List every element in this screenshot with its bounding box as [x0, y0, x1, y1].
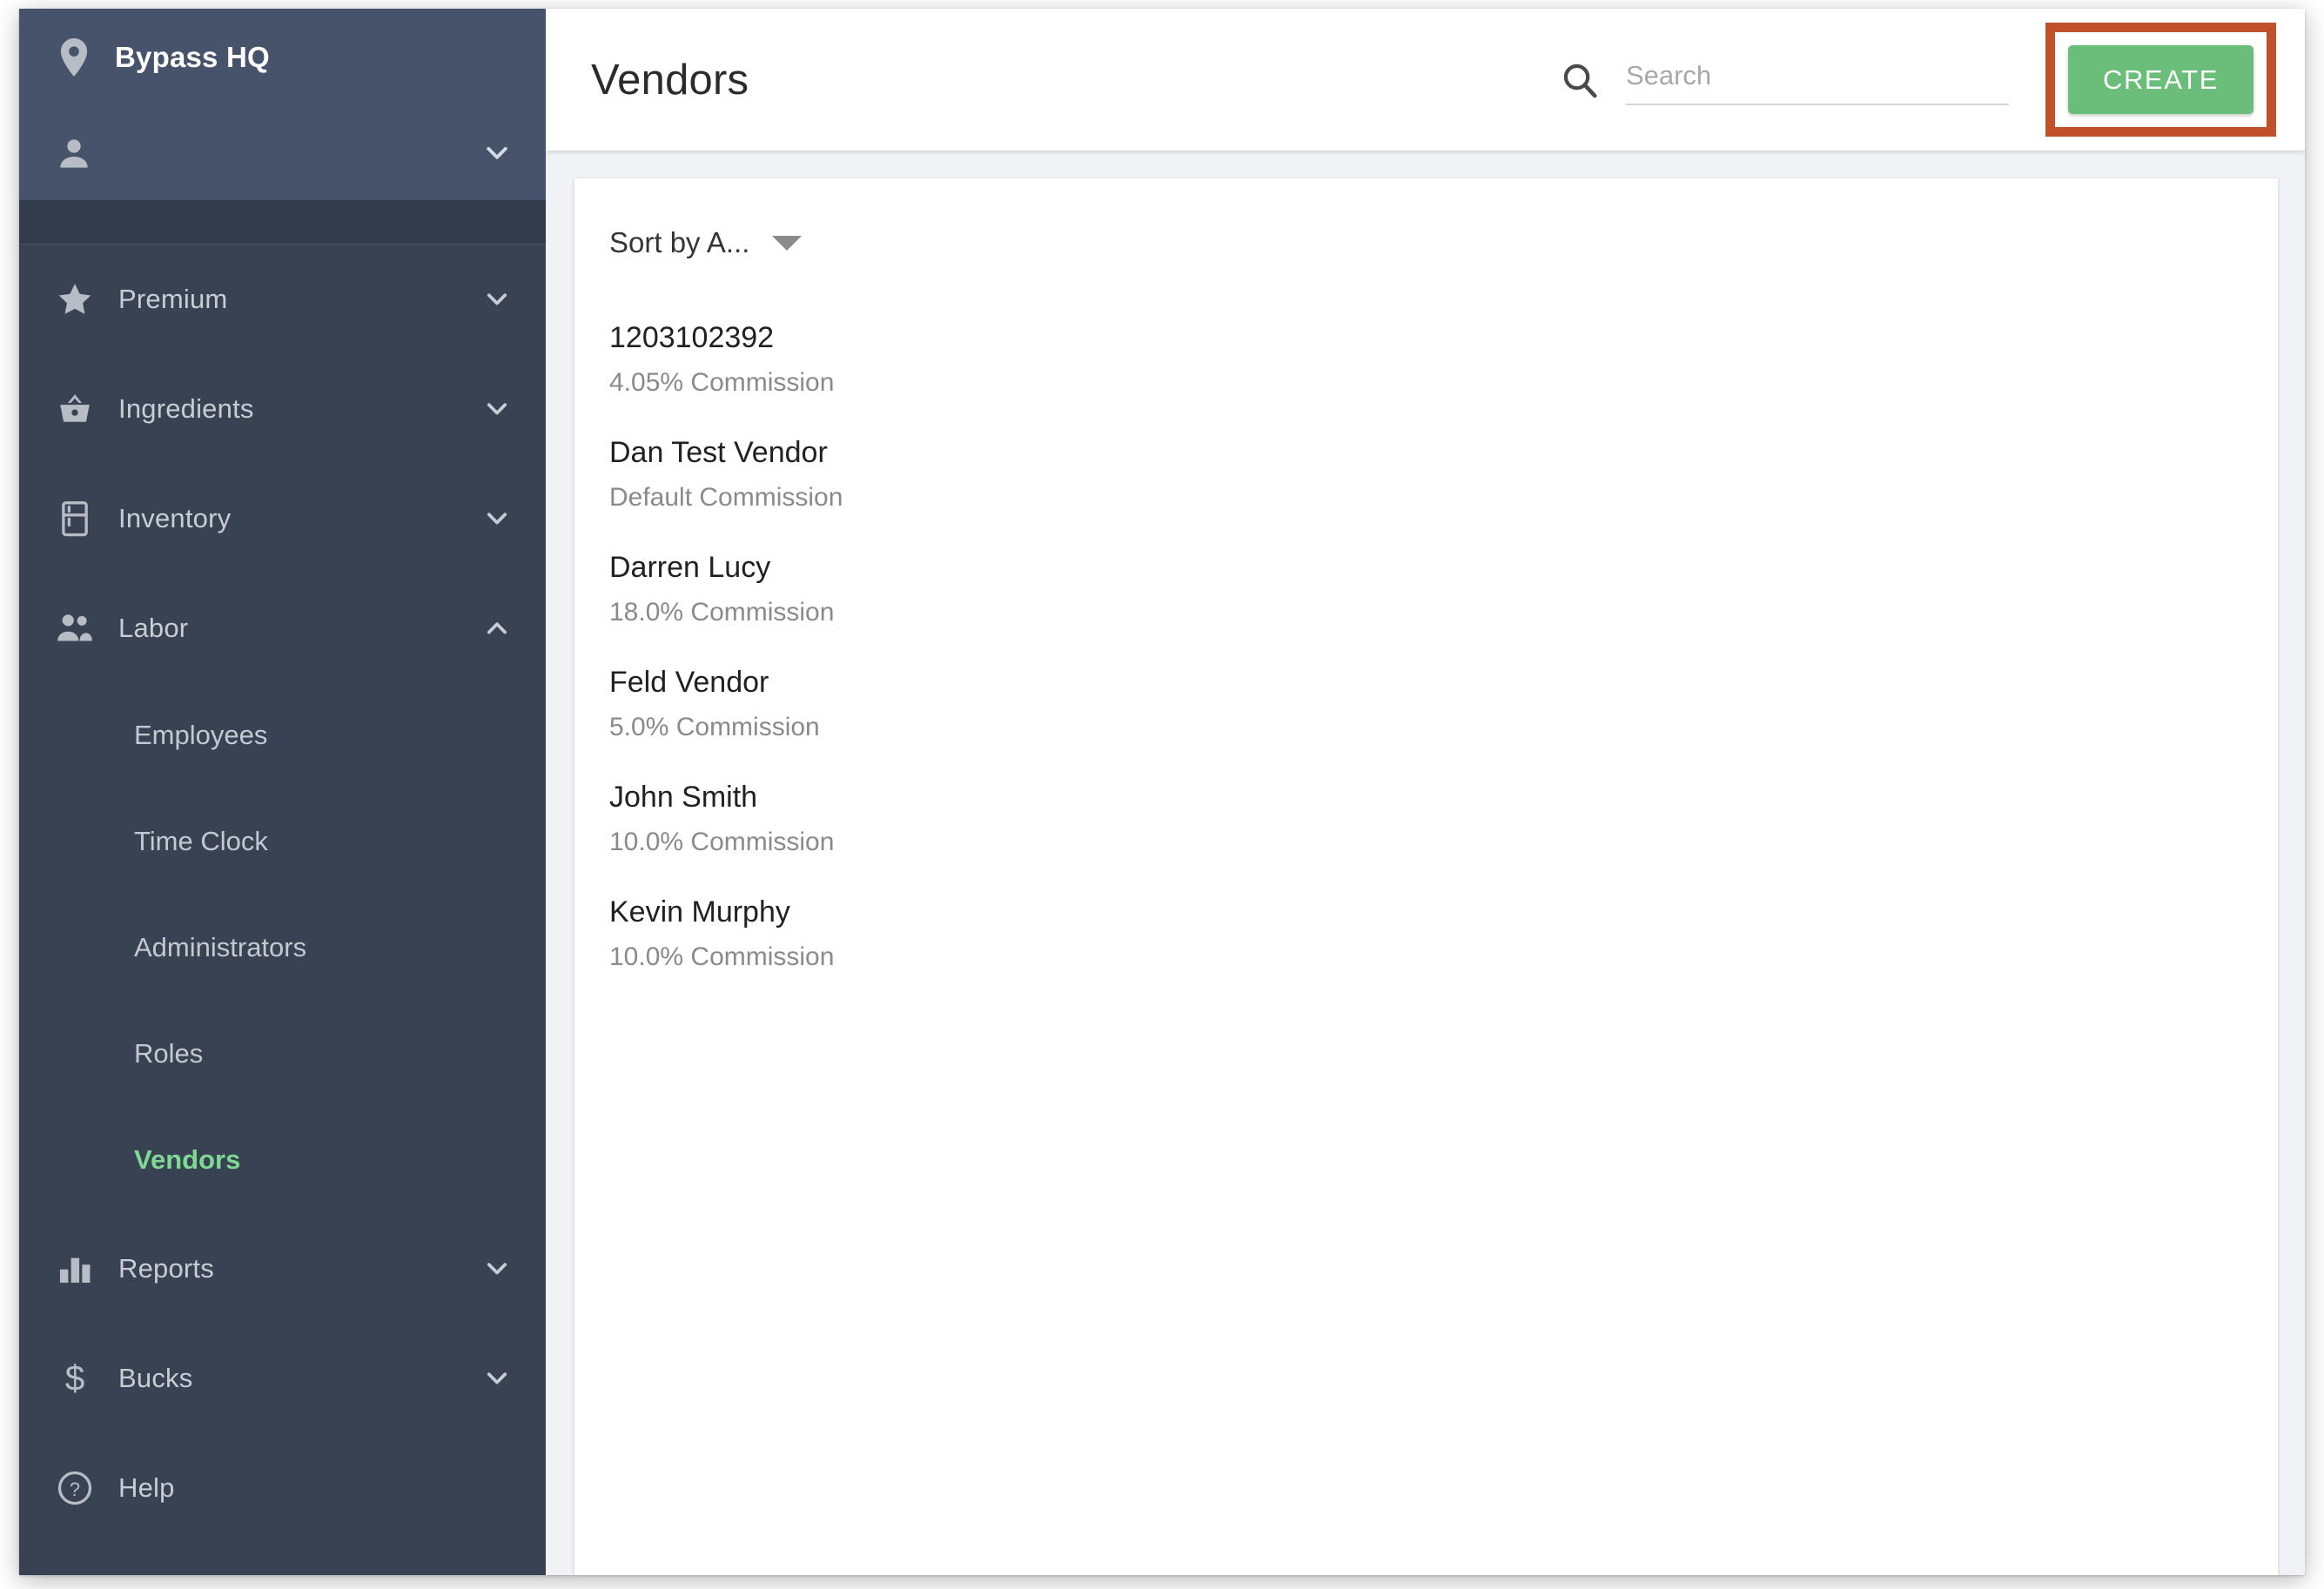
sidebar-item-label: Labor: [118, 612, 189, 643]
list-item[interactable]: Dan Test Vendor Default Commission: [574, 432, 2278, 547]
dollar-icon: $: [56, 1359, 94, 1398]
vendor-commission: 10.0% Commission: [609, 828, 835, 856]
top-bar: Vendors CREATE: [546, 9, 2305, 151]
sidebar-item-administrators[interactable]: Administrators: [19, 895, 546, 1001]
chevron-down-icon[interactable]: [481, 393, 513, 425]
brand-name: Bypass HQ: [115, 41, 270, 73]
vendor-commission: 4.05% Commission: [609, 368, 835, 397]
sidebar-item-employees[interactable]: Employees: [19, 682, 546, 788]
basket-icon: [56, 390, 94, 428]
vendor-name: John Smith: [609, 781, 758, 814]
search-area: [1558, 54, 2009, 105]
chevron-down-icon[interactable]: [481, 1363, 513, 1394]
person-icon: [56, 135, 92, 171]
sidebar-divider-block: [19, 200, 546, 244]
sidebar-item-bucks[interactable]: $ Bucks: [19, 1323, 546, 1432]
vendor-name: Feld Vendor: [609, 666, 769, 699]
sidebar-item-label: Premium: [118, 283, 228, 314]
sidebar-item-label: Help: [118, 1472, 175, 1503]
vendor-name: 1203102392: [609, 321, 775, 354]
sidebar-item-time-clock[interactable]: Time Clock: [19, 788, 546, 895]
top-bar-actions: CREATE: [1558, 9, 2305, 151]
sidebar-item-vendors[interactable]: Vendors: [19, 1107, 546, 1213]
main-panel: Vendors CREATE: [546, 9, 2305, 1575]
sidebar-item-reports[interactable]: Reports: [19, 1213, 546, 1323]
list-item[interactable]: 1203102392 4.05% Commission: [574, 318, 2278, 432]
vendors-list-card: Sort by A... 1203102392 4.05% Commission…: [574, 178, 2278, 1575]
sort-dropdown-label: Sort by A...: [609, 226, 750, 258]
vendor-name: Kevin Murphy: [609, 895, 790, 929]
vendor-name: Dan Test Vendor: [609, 436, 828, 469]
people-icon: [56, 609, 94, 647]
vendor-name: Darren Lucy: [609, 551, 771, 584]
star-icon: [56, 280, 94, 318]
sidebar-subitem-label: Roles: [134, 1038, 204, 1069]
bar-chart-icon: [56, 1250, 94, 1288]
sidebar-item-ingredients[interactable]: Ingredients: [19, 353, 546, 463]
svg-text:?: ?: [70, 1478, 80, 1500]
chevron-down-icon: [481, 137, 513, 169]
sidebar-header: Bypass HQ: [19, 9, 546, 200]
refrigerator-icon: [56, 499, 94, 538]
help-circle-icon: ?: [56, 1469, 94, 1507]
vendor-commission: 5.0% Commission: [609, 713, 820, 741]
vendors-list: 1203102392 4.05% Commission Dan Test Ven…: [574, 307, 2278, 1007]
vendor-commission: Default Commission: [609, 483, 843, 512]
sidebar-item-label: Ingredients: [118, 392, 254, 424]
svg-text:$: $: [65, 1359, 85, 1398]
sidebar: Bypass HQ Premium Ingredients Inventory …: [19, 9, 546, 1575]
list-item[interactable]: John Smith 10.0% Commission: [574, 777, 2278, 892]
sidebar-item-label: Reports: [118, 1252, 214, 1284]
vendor-commission: 18.0% Commission: [609, 598, 835, 627]
app-window: Bypass HQ Premium Ingredients Inventory …: [19, 9, 2305, 1575]
brand-location-selector[interactable]: Bypass HQ: [19, 9, 546, 106]
sort-dropdown[interactable]: Sort by A...: [574, 178, 2278, 307]
sidebar-item-premium[interactable]: Premium: [19, 244, 546, 353]
sidebar-item-labor[interactable]: Labor: [19, 573, 546, 682]
location-pin-icon: [56, 38, 92, 77]
sidebar-item-roles[interactable]: Roles: [19, 1001, 546, 1107]
page-title: Vendors: [591, 56, 749, 104]
caret-down-icon: [772, 235, 803, 251]
sidebar-subitem-label: Time Clock: [134, 826, 268, 856]
sidebar-item-help[interactable]: ? Help: [19, 1432, 546, 1542]
sidebar-item-label: Bucks: [118, 1362, 193, 1393]
vendor-commission: 10.0% Commission: [609, 942, 835, 971]
list-item[interactable]: Kevin Murphy 10.0% Commission: [574, 892, 2278, 1007]
content-area: Sort by A... 1203102392 4.05% Commission…: [546, 151, 2305, 1575]
sidebar-subitem-label: Vendors: [134, 1144, 241, 1175]
chevron-down-icon[interactable]: [481, 503, 513, 534]
list-item[interactable]: Darren Lucy 18.0% Commission: [574, 547, 2278, 662]
sidebar-subitem-label: Administrators: [134, 932, 307, 962]
sidebar-item-inventory[interactable]: Inventory: [19, 463, 546, 573]
create-button-highlight-annotation: CREATE: [2045, 23, 2276, 137]
chevron-up-icon[interactable]: [481, 613, 513, 644]
chevron-down-icon[interactable]: [481, 284, 513, 315]
create-button[interactable]: CREATE: [2067, 45, 2253, 114]
search-input[interactable]: [1625, 54, 2009, 105]
sidebar-nav: Premium Ingredients Inventory Labor Empl…: [19, 244, 546, 1575]
list-item[interactable]: Feld Vendor 5.0% Commission: [574, 662, 2278, 777]
chevron-down-icon[interactable]: [481, 1253, 513, 1284]
user-account-selector[interactable]: [19, 106, 546, 200]
sidebar-subitem-label: Employees: [134, 720, 268, 750]
sidebar-item-label: Inventory: [118, 502, 232, 533]
search-icon[interactable]: [1558, 58, 1602, 102]
